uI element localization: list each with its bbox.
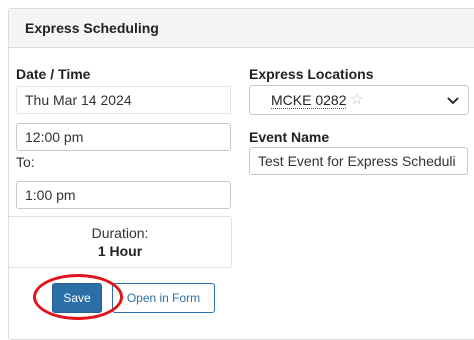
- save-button[interactable]: Save: [52, 283, 102, 313]
- star-outline-icon[interactable]: ☆: [350, 90, 363, 108]
- express-locations-label: Express Locations: [249, 66, 374, 82]
- location-selected-value: MCKE 0282: [271, 92, 347, 109]
- chevron-down-icon: [447, 97, 459, 104]
- open-in-form-button[interactable]: Open in Form: [112, 283, 215, 313]
- event-name-label: Event Name: [249, 129, 330, 145]
- panel-header: Express Scheduling: [9, 9, 474, 48]
- location-select[interactable]: MCKE 0282 ☆: [249, 85, 469, 115]
- to-label: To:: [16, 154, 35, 170]
- start-time-input[interactable]: [16, 123, 231, 151]
- event-name-input[interactable]: [249, 147, 468, 175]
- end-time-input[interactable]: [16, 181, 231, 209]
- duration-box: Duration: 1 Hour: [8, 216, 232, 268]
- date-field[interactable]: Thu Mar 14 2024: [16, 86, 231, 114]
- panel-title: Express Scheduling: [25, 20, 159, 36]
- duration-value: 1 Hour: [97, 243, 143, 259]
- duration-label: Duration:: [91, 225, 149, 241]
- date-time-label: Date / Time: [16, 66, 91, 82]
